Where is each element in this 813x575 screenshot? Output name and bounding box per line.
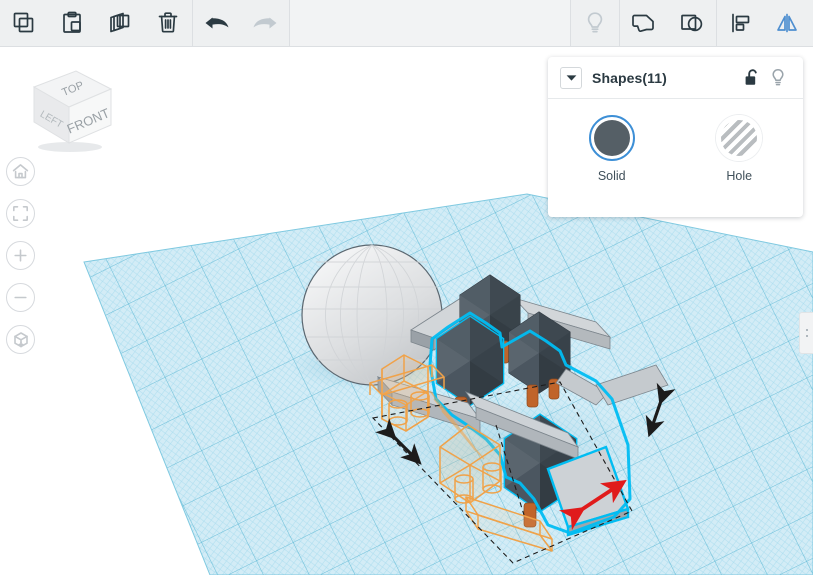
hole-swatch [721,120,758,156]
main-toolbar [0,0,813,47]
lightbulb-icon [587,12,603,33]
tab-dot [805,335,808,337]
paste-button[interactable] [48,0,96,46]
group-icon [632,14,654,33]
edit-group [0,0,192,46]
shapes-lock-button[interactable] [739,65,765,91]
lightbulb-icon [772,69,784,86]
ungroup-icon [681,14,703,32]
chevron-down-icon [566,74,576,81]
zoom-out-button[interactable] [6,283,35,312]
solid-option[interactable]: Solid [548,115,676,183]
align-icon [732,13,750,33]
plus-icon [14,249,27,262]
solid-swatch [593,120,630,156]
copy-icon [13,12,34,33]
zoom-in-button[interactable] [6,241,35,270]
panel-collapse-tab[interactable] [799,312,813,354]
hole-swatch-ring [716,115,763,161]
redo-arrow-icon [253,17,277,29]
mirror-icon [777,13,797,33]
minus-icon [14,296,27,299]
group-button[interactable] [620,0,668,46]
ungroup-button[interactable] [668,0,716,46]
fit-view-button[interactable] [6,199,35,228]
mirror-button[interactable] [765,0,813,46]
home-view-button[interactable] [6,157,35,186]
undo-button[interactable] [193,0,241,46]
cad-app: TOP LEFT FRONT Shapes(11) Solid Hole [0,0,813,575]
shapes-panel-header: Shapes(11) [548,57,803,99]
view-cube-icon: TOP LEFT FRONT [32,70,113,152]
solid-swatch-ring [588,115,635,161]
tools-group [571,0,813,46]
unlock-icon [745,69,757,85]
history-group [193,0,289,46]
shapes-panel-title: Shapes(11) [592,69,667,86]
tab-dot [805,329,808,331]
shapes-panel-body: Solid Hole [548,99,803,183]
projection-button[interactable] [6,325,35,354]
paste-icon [63,11,81,33]
shapes-collapse-button[interactable] [560,66,582,89]
copy-button[interactable] [0,0,48,46]
solid-label: Solid [597,169,626,183]
home-icon [12,164,29,179]
shapes-panel: Shapes(11) Solid Hole [548,57,803,217]
shapes-light-button[interactable] [765,65,791,91]
trash-icon [158,12,178,33]
delete-button[interactable] [144,0,192,46]
view-cube[interactable]: TOP LEFT FRONT [14,59,118,159]
light-button[interactable] [571,0,619,46]
duplicate-button[interactable] [96,0,144,46]
undo-arrow-icon [205,17,229,29]
hole-label: Hole [726,169,753,183]
fit-frame-icon [13,206,28,221]
duplicate-icon [110,12,130,33]
toolbar-empty-area [289,0,571,46]
redo-button[interactable] [241,0,289,46]
cube-ortho-icon [13,331,28,347]
hole-option[interactable]: Hole [676,115,804,183]
align-button[interactable] [717,0,765,46]
